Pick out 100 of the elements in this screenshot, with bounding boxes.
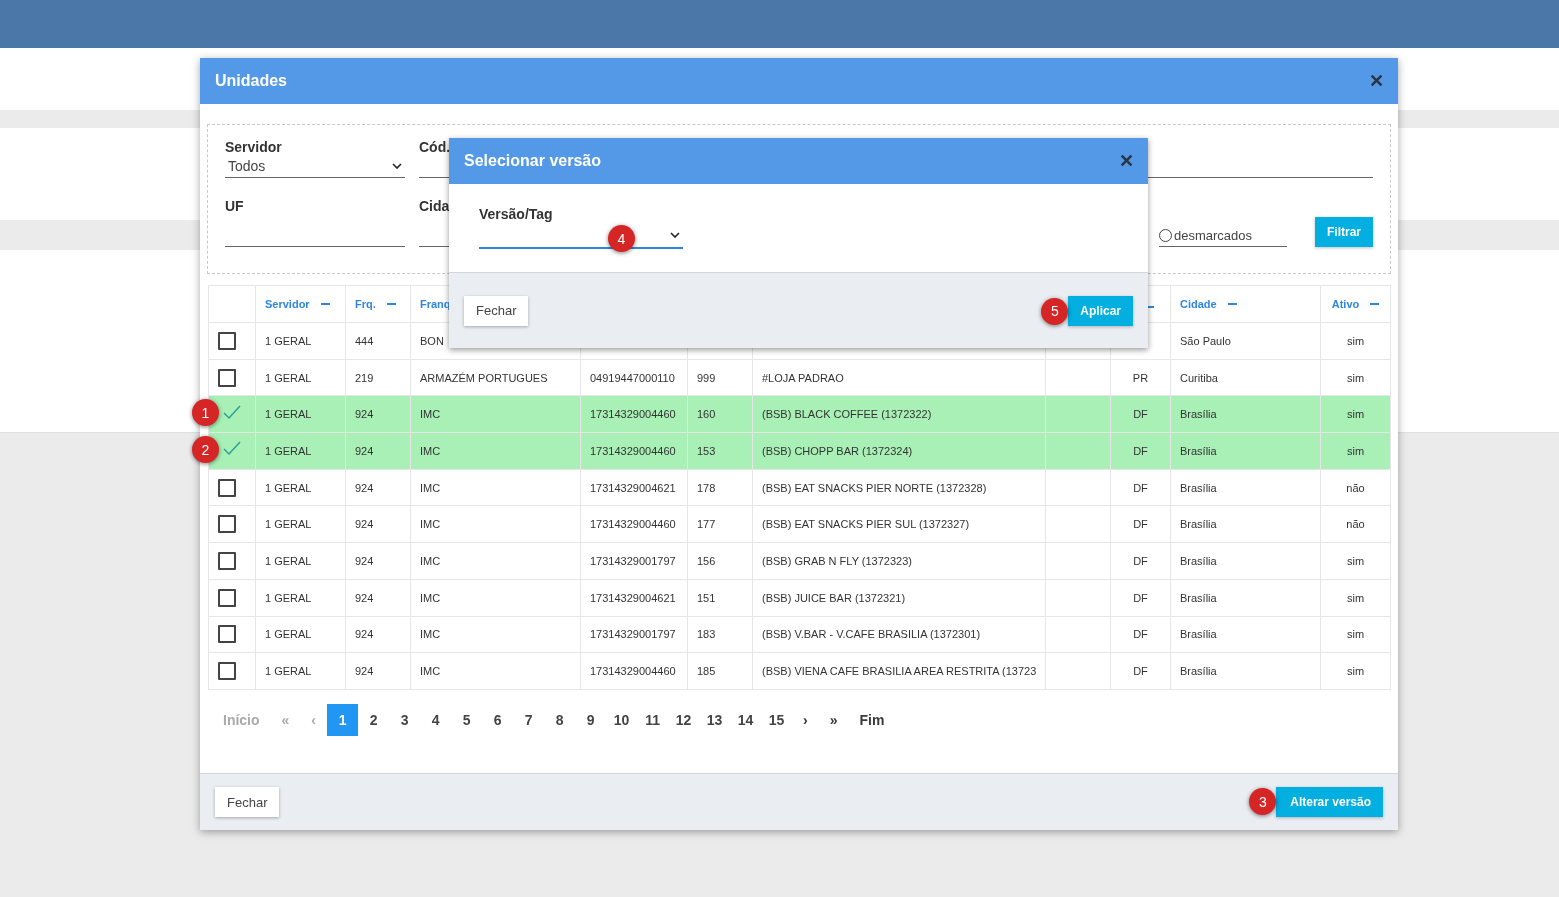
table-cell: PR	[1132, 371, 1149, 384]
page-button[interactable]: 4	[420, 703, 452, 736]
close-button[interactable]: Fechar	[215, 787, 280, 817]
table-cell: 999	[697, 371, 716, 384]
table-row[interactable]: 1 GERAL 924 IMC 17314329004460 185 (BSB) VIENA CAFE BRASILIA AREA RESTRITA (13723 DF Brasília sim	[208, 652, 1391, 690]
table-cell: 153	[697, 444, 716, 457]
table-cell: (BSB) BLACK COFFEE (1372322)	[762, 408, 932, 421]
table-cell: não	[1346, 481, 1365, 494]
table-cell: DF	[1133, 628, 1148, 641]
table-cell: ARMAZÉM PORTUGUES	[420, 371, 548, 384]
dialog-title: Selecionar versão	[464, 152, 601, 170]
table-cell: 924	[355, 444, 374, 457]
table-cell: Brasília	[1180, 481, 1217, 494]
table-cell: sim	[1346, 554, 1365, 567]
page-button[interactable]: 3	[389, 703, 421, 736]
table-cell: não	[1346, 518, 1365, 531]
table-cell: IMC	[420, 665, 441, 678]
page-button[interactable]: 10	[606, 703, 638, 736]
table-cell: 219	[355, 371, 374, 384]
table-cell: IMC	[420, 591, 441, 604]
table-cell: 178	[697, 481, 716, 494]
page-button[interactable]: 8	[544, 703, 576, 736]
column-header[interactable]: Frq.	[355, 298, 376, 310]
table-cell: 17314329001797	[590, 554, 676, 567]
table-cell: Brasília	[1180, 591, 1217, 604]
column-header[interactable]: Servidor	[265, 298, 310, 310]
table-cell: DF	[1133, 481, 1148, 494]
table-cell: sim	[1346, 591, 1365, 604]
table-cell: DF	[1133, 554, 1148, 567]
table-cell: 1 GERAL	[265, 481, 312, 494]
table-cell: 1 GERAL	[265, 408, 312, 421]
close-button[interactable]: ✕	[1119, 150, 1134, 172]
page-button[interactable]: 12	[668, 703, 700, 736]
selected-row[interactable]: 1 GERAL 924 IMC 17314329004460 153 (BSB) CHOPP BAR (1372324) DF Brasília sim	[208, 432, 1391, 470]
page-button[interactable]: 11	[637, 703, 669, 736]
table-cell: IMC	[420, 518, 441, 531]
table-cell: 160	[697, 408, 716, 421]
table-cell: #LOJA PADRAO	[762, 371, 844, 384]
table-cell: 1 GERAL	[265, 554, 312, 567]
field-label: Cód.	[419, 139, 452, 155]
pager-link[interactable]: ›	[792, 703, 819, 736]
table-cell: 924	[355, 554, 374, 567]
close-button[interactable]: Fechar	[464, 295, 529, 326]
pager-link[interactable]: »	[818, 703, 849, 736]
page-button[interactable]: 15	[761, 703, 793, 736]
close-button[interactable]: ✕	[1369, 70, 1384, 92]
page-button[interactable]: 6	[482, 703, 514, 736]
table-cell: 924	[355, 591, 374, 604]
table-row[interactable]: 1 GERAL 924 IMC 17314329004621 151 (BSB) JUICE BAR (1372321) DF Brasília sim	[208, 579, 1391, 616]
table-row[interactable]: 1 GERAL 924 IMC 17314329004621 178 (BSB) EAT SNACKS PIER NORTE (1372328) DF Brasília não	[208, 469, 1391, 506]
table-cell: IMC	[420, 628, 441, 641]
table-cell: Brasília	[1180, 444, 1217, 457]
table-cell: 17314329004460	[590, 518, 676, 531]
table-cell: 924	[355, 665, 374, 678]
table-row[interactable]: 1 GERAL 924 IMC 17314329004460 177 (BSB) EAT SNACKS PIER SUL (1372327) DF Brasília não	[208, 505, 1391, 543]
field-label: Versão/Tag	[479, 206, 553, 222]
table-cell: (BSB) V.BAR - V.CAFE BRASILIA (1372301)	[762, 628, 981, 641]
table-cell: Brasília	[1180, 665, 1217, 678]
page-button[interactable]: 9	[575, 703, 607, 736]
table-cell: DF	[1133, 408, 1148, 421]
column-header[interactable]: Cidade	[1180, 298, 1217, 310]
table-cell: Brasília	[1180, 518, 1217, 531]
table-cell: 924	[355, 408, 374, 421]
modal-title: Unidades	[215, 72, 287, 90]
table-cell: 924	[355, 518, 374, 531]
table-row[interactable]: 1 GERAL 924 IMC 17314329001797 183 (BSB) V.BAR - V.CAFE BRASILIA (1372301) DF Brasília sim	[208, 616, 1391, 653]
step-badge: 5	[1041, 297, 1069, 325]
page-button[interactable]: 5	[451, 703, 483, 736]
server-select[interactable]: Todos	[225, 155, 405, 178]
column-header[interactable]: Ativo	[1331, 298, 1360, 310]
version-select[interactable]: 4	[479, 223, 683, 249]
table-cell: (BSB) JUICE BAR (1372321)	[762, 591, 906, 604]
table-cell: DF	[1133, 591, 1148, 604]
table-cell: 444	[355, 334, 374, 347]
table-row[interactable]: 1 GERAL 219 ARMAZÉM PORTUGUES 04919447000110 999 #LOJA PADRAO PR Curitiba sim	[208, 359, 1391, 396]
pager-link[interactable]: Fim	[848, 703, 896, 736]
table-cell: DF	[1133, 444, 1148, 457]
table-cell: IMC	[420, 554, 441, 567]
page-button[interactable]: 2	[358, 703, 390, 736]
step-badge: 2	[192, 436, 219, 464]
field-label: UF	[225, 198, 245, 214]
table-cell: IMC	[420, 444, 441, 457]
step-badge: 3	[1249, 788, 1277, 815]
table-cell: 1 GERAL	[265, 444, 312, 457]
radio-label: desmarcados	[1174, 227, 1253, 243]
table-row[interactable]: 1 GERAL 924 IMC 17314329001797 156 (BSB) GRAB N FLY (1372323) DF Brasília sim	[208, 542, 1391, 580]
table-cell: 183	[697, 628, 716, 641]
table-cell: São Paulo	[1180, 334, 1231, 347]
page-button[interactable]: 14	[730, 703, 762, 736]
table-cell: sim	[1346, 334, 1365, 347]
page-button[interactable]: 7	[513, 703, 545, 736]
table-cell: (BSB) VIENA CAFE BRASILIA AREA RESTRITA (13723	[762, 665, 1037, 678]
table-cell: 1 GERAL	[265, 518, 312, 531]
table-cell: Brasília	[1180, 408, 1217, 421]
table-cell: sim	[1346, 408, 1365, 421]
table-cell: sim	[1346, 628, 1365, 641]
table-cell: 156	[697, 554, 716, 567]
page-button[interactable]: 13	[699, 703, 731, 736]
table-cell: 17314329004460	[590, 444, 676, 457]
selected-row[interactable]: 1 GERAL 924 IMC 17314329004460 160 (BSB) BLACK COFFEE (1372322) DF Brasília sim	[208, 395, 1391, 433]
